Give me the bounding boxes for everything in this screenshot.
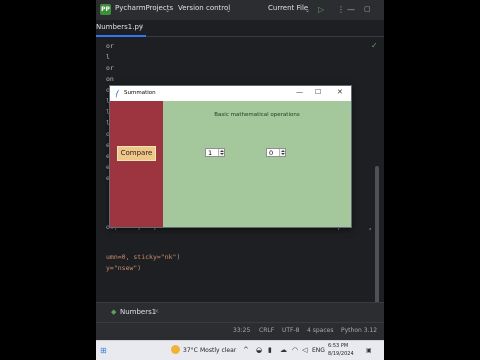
minimize-icon[interactable]: —	[347, 4, 355, 15]
number-spinbox-2[interactable]: 0	[266, 148, 286, 157]
indent-setting[interactable]: 4 spaces	[307, 327, 333, 334]
screen: PP PycharmProjects ⌄ Version control ⌄ C…	[0, 0, 480, 360]
spin-arrows[interactable]	[218, 149, 224, 156]
tk-feather-icon	[115, 89, 120, 98]
left-frame: Compare	[110, 101, 163, 227]
python-run-icon: ◆	[111, 308, 117, 316]
tab-numbers1[interactable]: Numbers1.py	[96, 23, 143, 31]
language-indicator[interactable]: ENG	[312, 347, 325, 354]
vertical-scrollbar[interactable]	[375, 166, 379, 310]
run-tab-label[interactable]: Numbers1	[120, 308, 156, 316]
start-icon[interactable]: ⊞	[100, 346, 107, 355]
arrow-down-icon[interactable]	[281, 153, 285, 155]
run-config-selector[interactable]: Current File	[268, 4, 308, 12]
right-frame: Basic mathematical operations 1 0	[163, 101, 351, 227]
close-icon[interactable]: ✕	[337, 88, 343, 97]
compare-button[interactable]: Compare	[117, 146, 156, 161]
clock-date[interactable]: 8/19/2024	[328, 351, 354, 357]
check-icon: ✓	[371, 41, 378, 50]
cursor-position[interactable]: 33:25	[233, 327, 250, 334]
microphone-icon[interactable]: ▮	[268, 346, 272, 355]
chevron-down-icon: ⌄	[165, 7, 171, 14]
maximize-icon[interactable]: ☐	[315, 88, 321, 97]
cloud-icon[interactable]: ☁	[280, 346, 287, 355]
code-line-row: y="nsew")	[106, 264, 142, 272]
run-icon[interactable]: ▷	[318, 4, 324, 15]
run-tool-window-bar: ◆ Numbers1 ×	[96, 302, 384, 322]
code-line: or	[106, 42, 114, 50]
dialog-titlebar[interactable]: Summation — ☐ ✕	[110, 86, 351, 101]
minimize-icon[interactable]: —	[296, 88, 303, 97]
spinbox-value[interactable]: 0	[269, 149, 273, 157]
speaker-icon[interactable]: ◁	[302, 346, 307, 355]
close-icon[interactable]: ×	[139, 23, 144, 30]
weather-status[interactable]: Mostly clear	[200, 347, 236, 354]
file-encoding[interactable]: UTF-8	[282, 327, 300, 334]
code-line: l	[106, 53, 110, 61]
operations-heading: Basic mathematical operations	[214, 112, 300, 118]
line-separator[interactable]: CRLF	[259, 327, 274, 334]
windows-taskbar: ⊞ 37°C Mostly clear ^ ◒ ▮ ☁ ◠ ◁ ENG 6:53…	[96, 340, 384, 360]
vcs-selector[interactable]: Version control	[178, 4, 230, 12]
temperature[interactable]: 37°C	[183, 347, 198, 354]
more-icon[interactable]: ⋮	[337, 4, 345, 15]
notifications-icon[interactable]: ▣	[366, 346, 372, 355]
pycharm-logo-icon[interactable]: PP	[100, 4, 111, 15]
clock-time[interactable]: 6:53 PM	[328, 343, 348, 349]
spinbox-value[interactable]: 1	[208, 149, 212, 157]
summation-window: Summation — ☐ ✕ Compare Basic mathematic…	[109, 85, 352, 228]
python-interpreter[interactable]: Python 3.12	[341, 327, 377, 334]
restore-icon[interactable]: ▢	[364, 4, 371, 15]
dialog-title: Summation	[124, 90, 156, 96]
number-spinbox-1[interactable]: 1	[205, 148, 225, 157]
code-line-row: umn=0, sticky="nk")	[106, 253, 181, 261]
code-line: or	[106, 64, 114, 72]
editor-tabs: Numbers1.py ×	[96, 20, 384, 37]
chevron-down-icon: ⌄	[305, 7, 311, 14]
spin-arrows[interactable]	[279, 149, 285, 156]
ide-titlebar: PP PycharmProjects ⌄ Version control ⌄ C…	[96, 0, 384, 20]
close-icon[interactable]: ×	[154, 308, 159, 315]
arrow-down-icon[interactable]	[220, 153, 224, 155]
active-tab-indicator	[96, 35, 146, 37]
chevron-up-icon[interactable]: ^	[243, 346, 249, 355]
network-icon[interactable]: ◒	[256, 346, 262, 355]
status-bar: 33:25 CRLF UTF-8 4 spaces Python 3.12	[96, 322, 384, 340]
chevron-down-icon: ⌄	[226, 7, 232, 14]
arrow-up-icon[interactable]	[281, 149, 285, 152]
arrow-up-icon[interactable]	[220, 149, 224, 152]
weather-icon[interactable]	[171, 345, 180, 354]
wifi-icon[interactable]: ◠	[292, 346, 298, 355]
code-line: on	[106, 75, 114, 83]
